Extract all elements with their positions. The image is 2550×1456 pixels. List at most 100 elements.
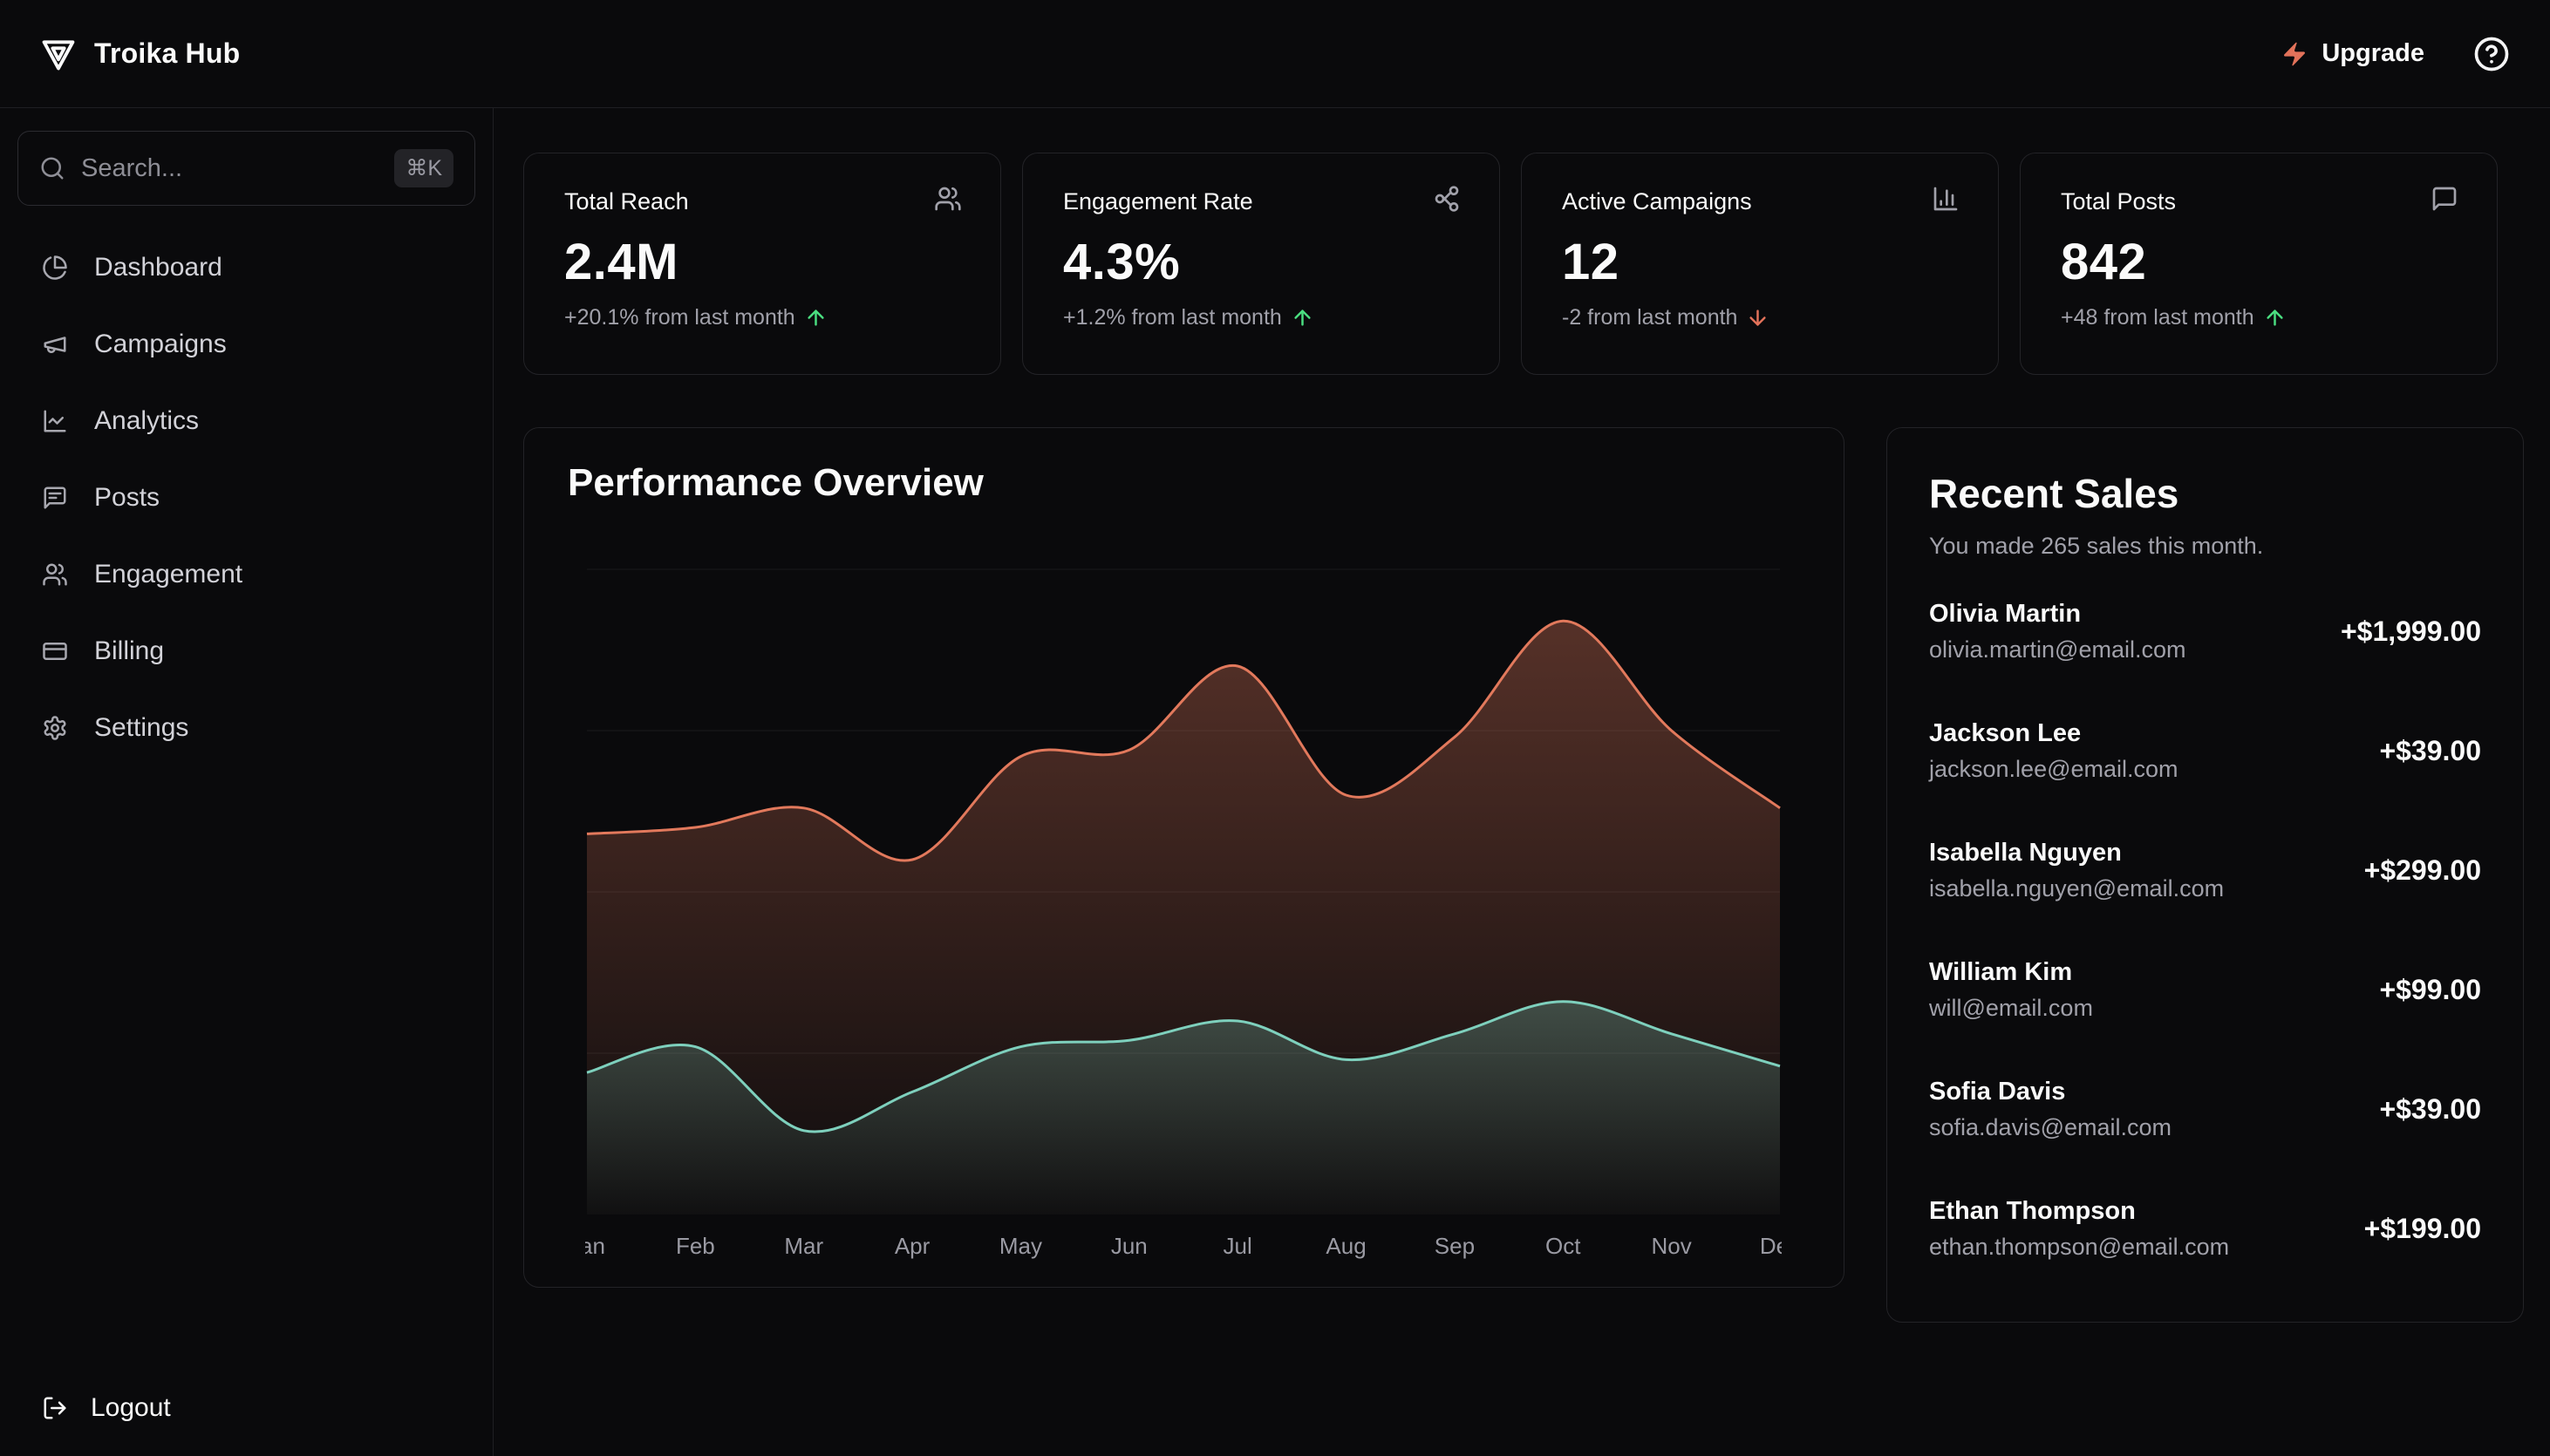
logout-icon [42,1395,68,1421]
svg-text:Apr: Apr [895,1233,931,1259]
pie-chart-icon [42,255,68,281]
performance-area-chart: Jan Feb Mar Apr May Jun Jul Aug Sep Oct Nov Dec [569,568,1800,1265]
sale-row: Sofia Davis sofia.davis@email.com +$39.0… [1929,1078,2481,1141]
stat-title: Active Campaigns [1562,188,1752,214]
sale-name: Olivia Martin [1929,600,2082,628]
sidebar-item-label: Settings [94,713,189,742]
app-title: Troika Hub [94,37,241,69]
zap-icon [2281,40,2308,68]
svg-text:Jan: Jan [585,1233,605,1259]
arrow-up-icon [804,306,828,330]
svg-text:Nov: Nov [1652,1233,1692,1259]
upgrade-label: Upgrade [2322,39,2424,67]
sidebar-item-label: Campaigns [94,330,227,358]
sale-name: William Kim [1929,958,2073,986]
recent-sales-title: Recent Sales [1929,471,2179,516]
sale-email: sofia.davis@email.com [1929,1114,2172,1140]
stat-change: +48 from last month [2061,305,2457,330]
stat-card-total-reach: Total Reach 2.4M +20.1% from last month [523,153,1001,375]
topbar: Troika Hub Upgrade [0,0,2550,108]
recent-sales-card: Recent Sales You made 265 sales this mon… [1886,427,2524,1323]
logo-triangle-icon [40,36,77,72]
arrow-down-icon [1746,306,1769,330]
svg-text:Jul: Jul [1224,1233,1252,1259]
svg-text:Oct: Oct [1545,1233,1581,1259]
svg-text:Sep: Sep [1435,1233,1475,1259]
help-circle-icon[interactable] [2473,36,2510,72]
sidebar-item-campaigns[interactable]: Campaigns [17,314,475,375]
stat-title: Total Posts [2061,188,2177,214]
sidebar-item-billing[interactable]: Billing [17,621,475,682]
sale-amount: +$299.00 [2363,854,2481,886]
logout-button[interactable]: Logout [42,1393,171,1423]
sidebar-nav: Dashboard Campaigns Analytics Posts Enga… [17,237,475,759]
sale-name: Isabella Nguyen [1929,839,2122,867]
arrow-up-icon [1291,306,1314,330]
sale-row: Olivia Martin olivia.martin@email.com +$… [1929,600,2481,663]
stat-card-engagement-rate: Engagement Rate 4.3% +1.2% from last mon… [1022,153,1500,375]
recent-sales-list: Olivia Martin olivia.martin@email.com +$… [1929,600,2481,1261]
megaphone-icon [42,331,68,357]
stat-title: Total Reach [564,188,689,214]
sidebar-item-dashboard[interactable]: Dashboard [17,237,475,298]
stat-change: +1.2% from last month [1063,305,1459,330]
sidebar-item-analytics[interactable]: Analytics [17,391,475,452]
stat-value: 2.4M [564,234,678,290]
stat-change-text: +1.2% from last month [1063,305,1282,330]
sale-amount: +$1,999.00 [2340,616,2481,647]
sidebar-item-engagement[interactable]: Engagement [17,544,475,605]
sale-row: William Kim will@email.com +$99.00 [1929,958,2481,1022]
sale-amount: +$39.00 [2379,1093,2481,1125]
message-square-text-icon [42,485,68,511]
stat-value: 4.3% [1063,234,1181,290]
svg-text:Feb: Feb [676,1233,715,1259]
stat-card-total-posts: Total Posts 842 +48 from last month [2020,153,2498,375]
share-icon [1433,185,1461,213]
search-shortcut-badge: ⌘K [394,149,453,187]
sidebar-item-label: Analytics [94,406,200,435]
sale-email: isabella.nguyen@email.com [1929,875,2225,901]
performance-overview-card: Performance Overview JanFebMarAprMayJunJ… [523,427,1844,1288]
svg-text:Aug: Aug [1326,1233,1366,1259]
sidebar-item-label: Dashboard [94,253,222,282]
bar-chart-icon [1932,185,1960,213]
sale-name: Ethan Thompson [1929,1197,2136,1225]
upgrade-button[interactable]: Upgrade [2281,39,2424,68]
sidebar-item-posts[interactable]: Posts [17,467,475,528]
stats-row: Total Reach 2.4M +20.1% from last month … [523,153,2498,375]
stat-card-active-campaigns: Active Campaigns 12 -2 from last month [1521,153,1999,375]
sidebar-item-settings[interactable]: Settings [17,697,475,759]
sidebar-item-label: Engagement [94,560,243,589]
chart-title: Performance Overview [568,461,984,504]
sale-name: Jackson Lee [1929,719,2082,747]
sale-amount: +$199.00 [2363,1213,2481,1244]
sale-amount: +$39.00 [2379,735,2481,766]
sale-name: Sofia Davis [1929,1078,2066,1106]
stat-value: 12 [1562,234,1619,290]
stat-value: 842 [2061,234,2147,290]
sale-row: Jackson Lee jackson.lee@email.com +$39.0… [1929,719,2481,783]
stat-change-text: -2 from last month [1562,305,1738,330]
sidebar: ⌘K Dashboard Campaigns [0,108,494,1456]
stat-change: -2 from last month [1562,305,1958,330]
stat-change-text: +20.1% from last month [564,305,795,330]
search-box[interactable]: ⌘K [17,131,475,206]
gear-icon [42,715,68,741]
brand: Troika Hub [40,36,240,72]
svg-text:Dec: Dec [1760,1233,1782,1259]
credit-card-icon [42,638,68,664]
sale-row: Ethan Thompson ethan.thompson@email.com … [1929,1197,2481,1261]
svg-text:May: May [999,1233,1042,1259]
line-chart-icon [42,408,68,434]
sale-amount: +$99.00 [2379,974,2481,1005]
stat-change: +20.1% from last month [564,305,960,330]
users-icon [42,561,68,588]
sale-email: will@email.com [1929,995,2093,1021]
search-input[interactable] [81,153,379,183]
svg-text:Jun: Jun [1111,1233,1148,1259]
sale-row: Isabella Nguyen isabella.nguyen@email.co… [1929,839,2481,902]
sale-email: ethan.thompson@email.com [1929,1234,2230,1260]
stat-change-text: +48 from last month [2061,305,2254,330]
logout-label: Logout [91,1393,171,1422]
stat-title: Engagement Rate [1063,188,1253,214]
